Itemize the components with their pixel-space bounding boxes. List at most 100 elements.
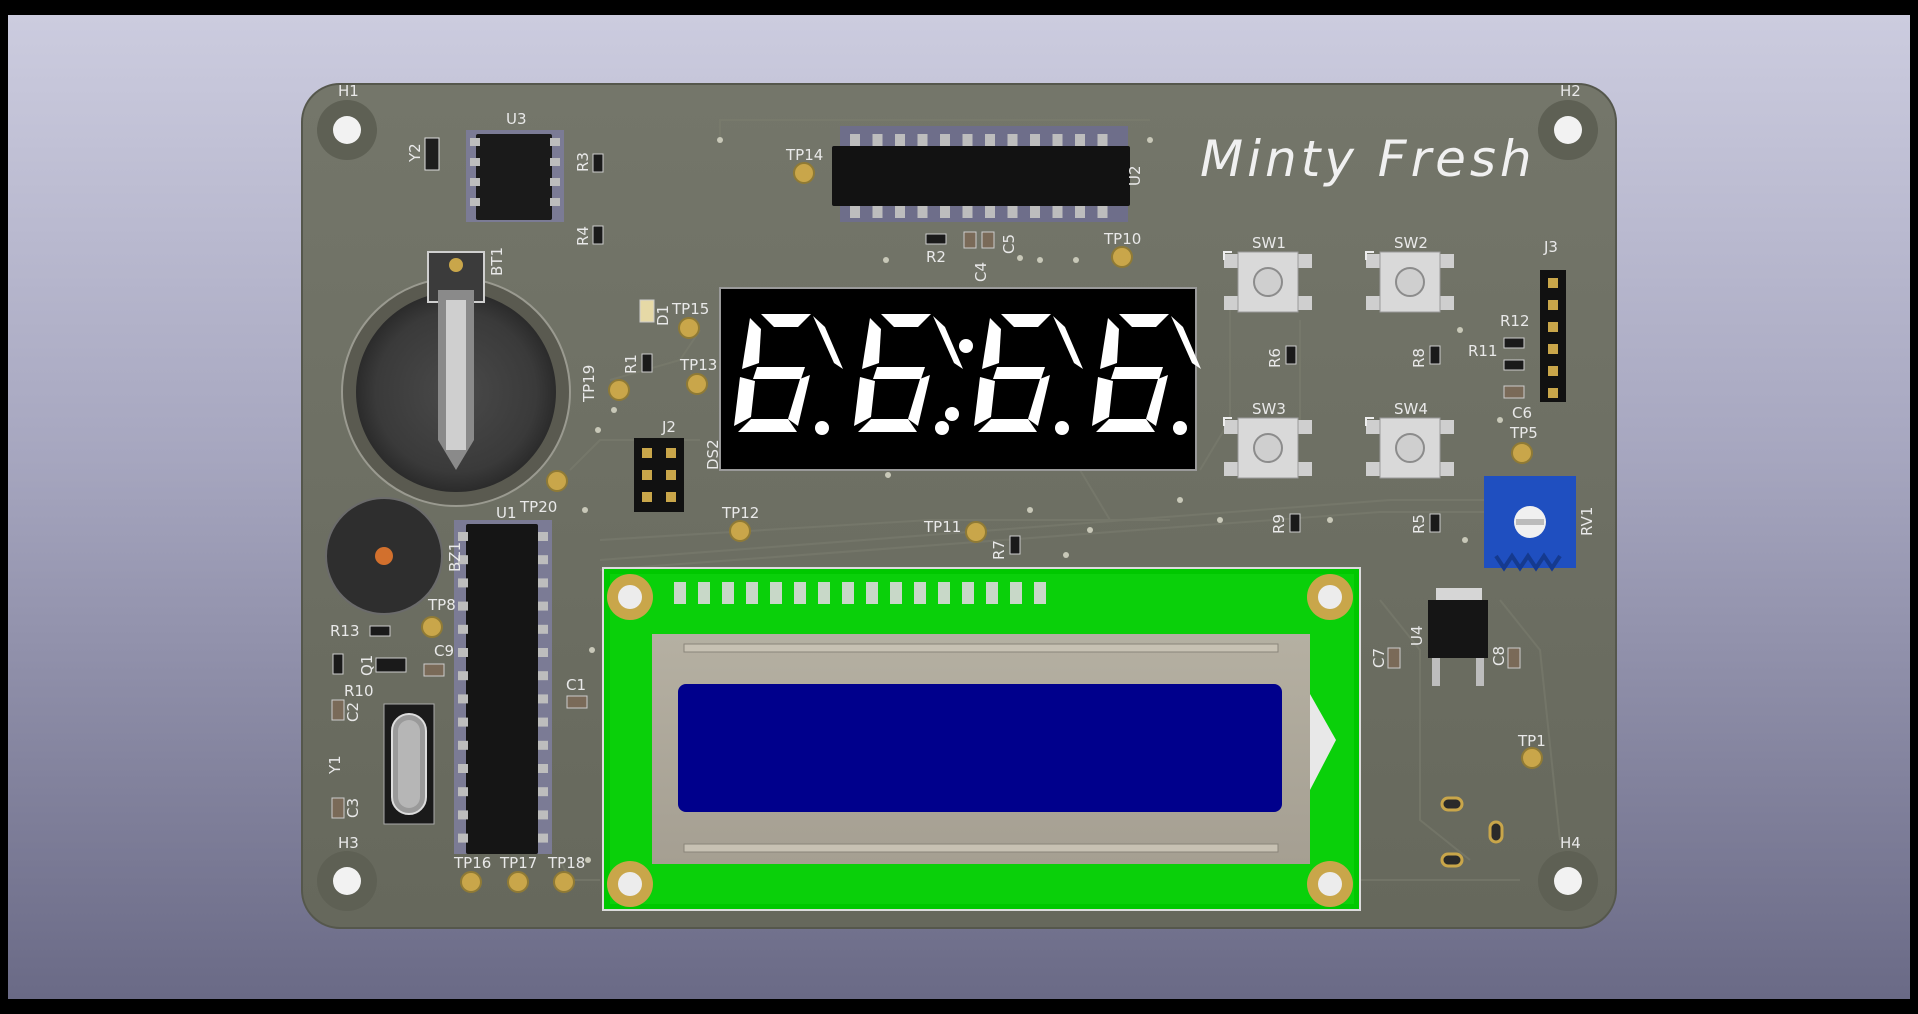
u1-pin — [538, 764, 548, 773]
u1-pin — [458, 671, 468, 681]
r3-resistor — [592, 153, 604, 173]
label-ds2: DS2 — [704, 439, 722, 470]
y2-crystal — [424, 137, 440, 171]
u1-pin — [538, 624, 548, 634]
u2-pin — [1097, 134, 1108, 146]
u1-pin — [538, 601, 548, 611]
j2-header — [634, 438, 684, 512]
r12-resistor — [1503, 337, 1525, 349]
c7-capacitor — [1387, 647, 1401, 669]
label-r2: R2 — [926, 248, 946, 266]
display-segment — [873, 367, 925, 379]
u2-pin — [962, 206, 973, 218]
u1-pin — [458, 717, 468, 727]
u1-pin — [458, 601, 468, 611]
u2-pin — [1030, 134, 1040, 146]
u2-pin — [985, 134, 995, 146]
lcd-header-pin — [818, 582, 830, 604]
lcd-header-pin — [722, 582, 734, 604]
c5-capacitor — [981, 231, 995, 249]
c3-capacitor — [331, 797, 345, 819]
label-tp19: TP19 — [580, 364, 598, 402]
lcd-header-pin — [986, 582, 998, 604]
u1-pin — [458, 787, 468, 797]
label-r7: R7 — [990, 540, 1008, 560]
display-dot — [1173, 421, 1187, 435]
r4-resistor — [592, 225, 604, 245]
u1-pin — [538, 671, 548, 681]
bz1-buzzer — [325, 497, 443, 615]
lcd-module — [602, 567, 1361, 911]
c9-capacitor — [423, 663, 445, 677]
r2-resistor — [925, 233, 947, 245]
label-q1: Q1 — [358, 654, 376, 676]
u1-pin — [538, 555, 548, 565]
label-r4: R4 — [574, 226, 592, 246]
label-tp1: TP1 — [1518, 732, 1546, 750]
label-tp8: TP8 — [428, 596, 456, 614]
label-c6: C6 — [1512, 404, 1533, 422]
label-r13: R13 — [330, 622, 360, 640]
u1-pin — [538, 740, 548, 750]
label-r3: R3 — [574, 152, 592, 172]
u2-pin — [985, 206, 995, 218]
display-segment — [753, 367, 805, 379]
lcd-header-pin — [962, 582, 974, 604]
c4-capacitor — [963, 231, 977, 249]
r7-resistor — [1009, 535, 1021, 555]
display-segment — [993, 367, 1045, 379]
pcb-render[interactable] — [0, 0, 1918, 1014]
u1-pin — [458, 648, 468, 657]
u2-pin — [850, 134, 860, 146]
label-h4: H4 — [1560, 834, 1581, 852]
u2-pin — [1075, 134, 1085, 146]
r8-resistor — [1429, 345, 1441, 365]
label-c4: C4 — [972, 261, 990, 282]
u1-pin — [458, 578, 468, 588]
lcd-header-pin — [1010, 582, 1022, 604]
display-segment — [1111, 367, 1163, 379]
label-c5: C5 — [1000, 233, 1018, 254]
u1-pin — [538, 648, 548, 657]
r13-resistor — [369, 625, 391, 637]
label-c1: C1 — [566, 676, 587, 694]
label-j3: J3 — [1544, 238, 1558, 256]
label-u1: U1 — [496, 504, 517, 522]
u1-pin — [538, 787, 548, 797]
c2-capacitor — [331, 699, 345, 721]
label-c8: C8 — [1490, 645, 1508, 666]
label-h2: H2 — [1560, 82, 1581, 100]
display-dot — [1055, 421, 1069, 435]
u2-pin — [917, 206, 928, 218]
display-dot — [815, 421, 829, 435]
u2-pin — [917, 134, 928, 146]
label-tp14: TP14 — [786, 146, 824, 164]
u2-pin — [872, 134, 883, 146]
label-tp20: TP20 — [520, 498, 558, 516]
label-rv1: RV1 — [1578, 506, 1596, 536]
lcd-header-pin — [674, 582, 686, 604]
u1-pin — [538, 532, 548, 541]
label-bt1: BT1 — [488, 247, 506, 276]
label-tp18: TP18 — [548, 854, 586, 872]
label-c2: C2 — [344, 701, 362, 722]
c6-capacitor — [1503, 385, 1525, 399]
u1-pin — [458, 764, 468, 773]
label-h3: H3 — [338, 834, 359, 852]
d1-led — [639, 299, 655, 323]
label-r1: R1 — [622, 354, 640, 374]
label-bz1: BZ1 — [446, 541, 464, 572]
u2-pin — [895, 206, 905, 218]
viewer-canvas[interactable]: Minty Fresh H1 H2 H3 H4 U3 Y2 R3 R4 BT1 … — [0, 0, 1918, 1014]
label-tp13: TP13 — [680, 356, 718, 374]
r11-resistor — [1503, 359, 1525, 371]
label-tp16: TP16 — [454, 854, 492, 872]
u1-pin — [538, 694, 548, 704]
label-c9: C9 — [434, 642, 455, 660]
label-tp15: TP15 — [672, 300, 710, 318]
u2-ic — [832, 126, 1130, 222]
u1-pin — [458, 694, 468, 704]
label-y1: Y1 — [326, 755, 344, 774]
u2-pin — [1007, 134, 1018, 146]
lcd-header-pin — [1034, 582, 1046, 604]
